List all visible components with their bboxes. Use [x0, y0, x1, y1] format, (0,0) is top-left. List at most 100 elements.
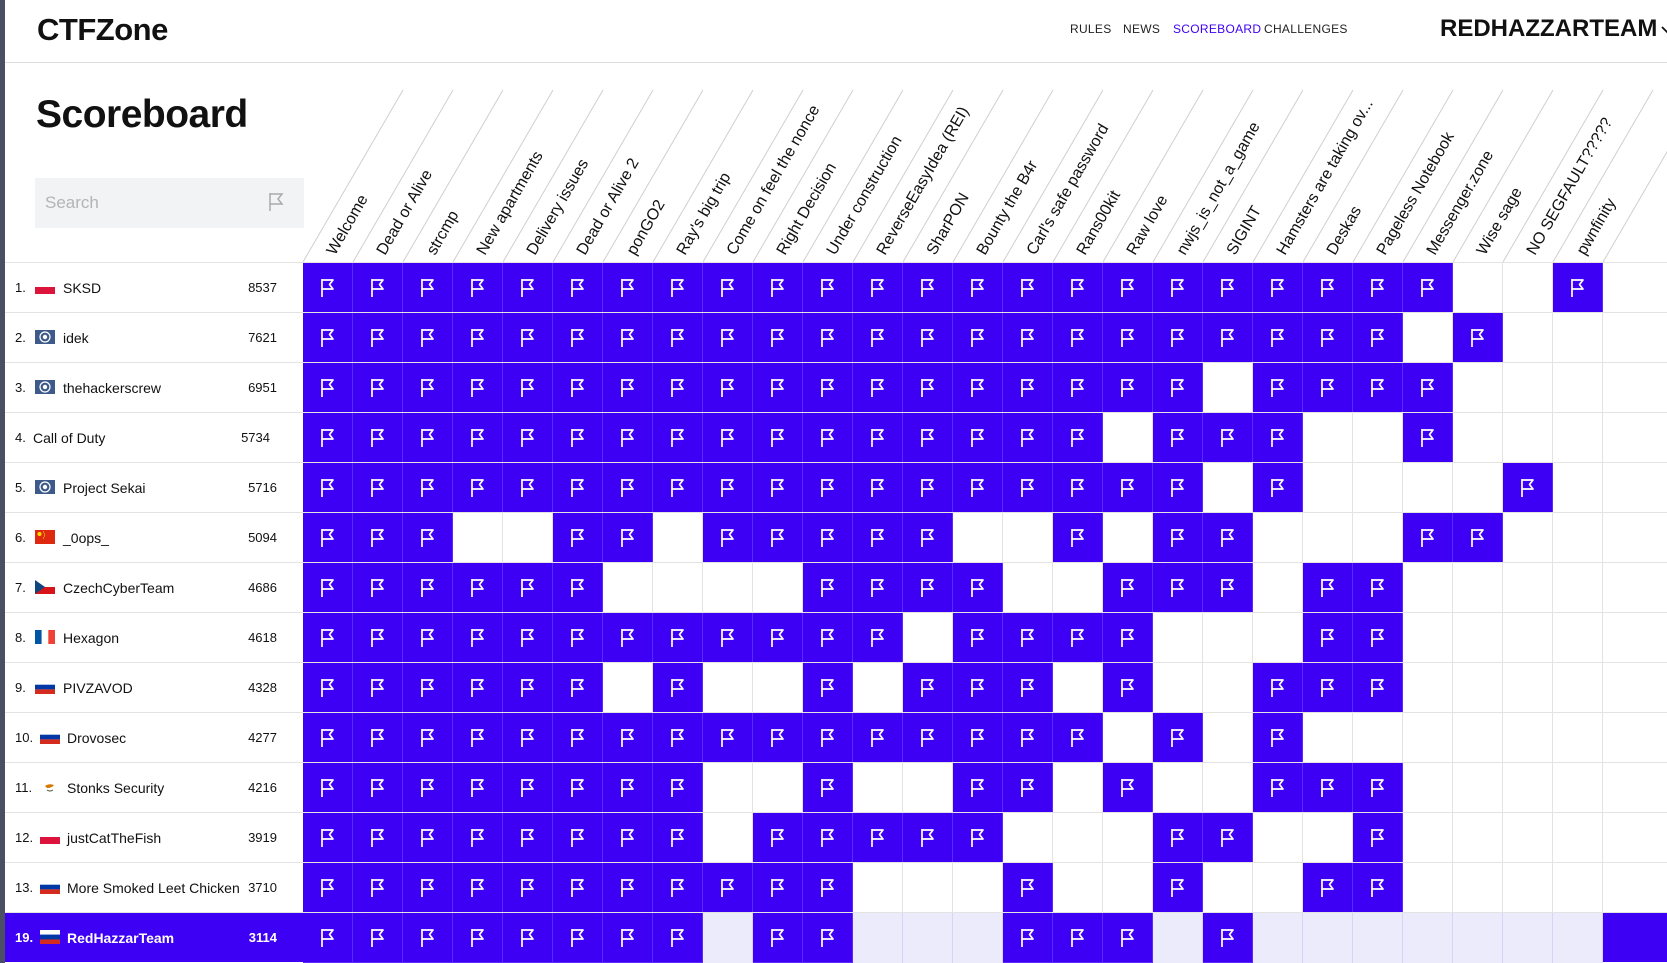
solved-cell[interactable] [903, 513, 953, 563]
solved-cell[interactable] [353, 513, 403, 563]
solved-cell[interactable] [403, 563, 453, 613]
solved-cell[interactable] [853, 313, 903, 363]
solved-cell[interactable] [1003, 263, 1053, 313]
solved-cell[interactable] [303, 913, 353, 963]
solved-cell[interactable] [603, 313, 653, 363]
solved-cell[interactable] [1003, 863, 1053, 913]
solved-cell[interactable] [953, 613, 1003, 663]
solved-cell[interactable] [553, 863, 603, 913]
solved-cell[interactable] [1153, 413, 1203, 463]
solved-cell[interactable] [503, 863, 553, 913]
solved-cell[interactable] [753, 813, 803, 863]
solved-cell[interactable] [653, 413, 703, 463]
solved-cell[interactable] [553, 763, 603, 813]
solved-cell[interactable] [1253, 363, 1303, 413]
logo[interactable]: CTFZone [37, 12, 168, 48]
solved-cell[interactable] [303, 413, 353, 463]
solved-cell[interactable] [603, 913, 653, 963]
team-name[interactable]: Call of Duty [33, 430, 105, 446]
solved-cell[interactable] [1203, 813, 1253, 863]
solved-cell[interactable] [1353, 363, 1403, 413]
solved-cell[interactable] [1253, 263, 1303, 313]
solved-cell[interactable] [853, 363, 903, 413]
solved-cell[interactable] [653, 363, 703, 413]
solved-cell[interactable] [1403, 363, 1453, 413]
solved-cell[interactable] [953, 463, 1003, 513]
solved-cell[interactable] [1253, 763, 1303, 813]
team-info[interactable]: 6. _0ops_ 5094 [5, 513, 302, 563]
solved-cell[interactable] [453, 363, 503, 413]
team-info[interactable]: 19. RedHazzarTeam 3114 [5, 913, 302, 963]
solved-cell[interactable] [1503, 463, 1553, 513]
solved-cell[interactable] [1003, 363, 1053, 413]
solved-cell[interactable] [1103, 563, 1153, 613]
solved-cell[interactable] [703, 413, 753, 463]
team-info[interactable]: 3. thehackerscrew 6951 [5, 363, 302, 413]
solved-cell[interactable] [453, 763, 503, 813]
solved-cell[interactable] [453, 563, 503, 613]
solved-cell[interactable] [503, 763, 553, 813]
solved-cell[interactable] [803, 513, 853, 563]
solved-cell[interactable] [353, 813, 403, 863]
solved-cell[interactable] [1353, 313, 1403, 363]
solved-cell[interactable] [953, 813, 1003, 863]
solved-cell[interactable] [903, 263, 953, 313]
solved-cell[interactable] [503, 913, 553, 963]
solved-cell[interactable] [1303, 863, 1353, 913]
solved-cell[interactable] [503, 663, 553, 713]
solved-cell[interactable] [803, 413, 853, 463]
solved-cell[interactable] [603, 363, 653, 413]
solved-cell[interactable] [753, 363, 803, 413]
solved-cell[interactable] [1353, 813, 1403, 863]
solved-cell[interactable] [1053, 713, 1103, 763]
team-name[interactable]: RedHazzarTeam [67, 930, 174, 946]
team-name[interactable]: idek [63, 330, 89, 346]
solved-cell[interactable] [903, 363, 953, 413]
solved-cell[interactable] [603, 413, 653, 463]
solved-cell[interactable] [453, 463, 503, 513]
solved-cell[interactable] [1353, 563, 1403, 613]
solved-cell[interactable] [453, 813, 503, 863]
solved-cell[interactable] [753, 913, 803, 963]
solved-cell[interactable] [1253, 313, 1303, 363]
solved-cell[interactable] [353, 263, 403, 313]
solved-cell[interactable] [1003, 663, 1053, 713]
solved-cell[interactable] [453, 263, 503, 313]
solved-cell[interactable] [453, 313, 503, 363]
solved-cell[interactable] [353, 663, 403, 713]
solved-cell[interactable] [1103, 463, 1153, 513]
solved-cell[interactable] [553, 513, 603, 563]
solved-cell[interactable] [353, 463, 403, 513]
solved-cell[interactable] [453, 663, 503, 713]
team-info[interactable]: 4. Call of Duty 5734 [5, 413, 302, 463]
team-name[interactable]: thehackerscrew [63, 380, 161, 396]
solved-cell[interactable] [553, 413, 603, 463]
solved-cell[interactable] [1053, 513, 1103, 563]
solved-cell[interactable] [1153, 863, 1203, 913]
solved-cell[interactable] [953, 313, 1003, 363]
solved-cell[interactable] [553, 613, 603, 663]
solved-cell[interactable] [1303, 563, 1353, 613]
solved-cell[interactable] [453, 613, 503, 663]
solved-cell[interactable] [303, 613, 353, 663]
solved-cell[interactable] [303, 713, 353, 763]
solved-cell[interactable] [353, 413, 403, 463]
solved-cell[interactable] [553, 913, 603, 963]
solved-cell[interactable] [653, 463, 703, 513]
solved-cell[interactable] [1353, 863, 1403, 913]
solved-cell[interactable] [1153, 463, 1203, 513]
solved-cell[interactable] [803, 813, 853, 863]
solved-cell[interactable] [1203, 263, 1253, 313]
solved-cell[interactable] [1103, 763, 1153, 813]
solved-cell[interactable] [303, 313, 353, 363]
solved-cell[interactable] [753, 313, 803, 363]
solved-cell[interactable] [953, 713, 1003, 763]
solved-cell[interactable] [303, 263, 353, 313]
solved-cell[interactable] [453, 713, 503, 763]
solved-cell[interactable] [603, 763, 653, 813]
solved-cell[interactable] [1003, 913, 1053, 963]
solved-cell[interactable] [553, 263, 603, 313]
solved-cell[interactable] [403, 663, 453, 713]
solved-cell[interactable] [903, 663, 953, 713]
solved-cell[interactable] [1453, 313, 1503, 363]
